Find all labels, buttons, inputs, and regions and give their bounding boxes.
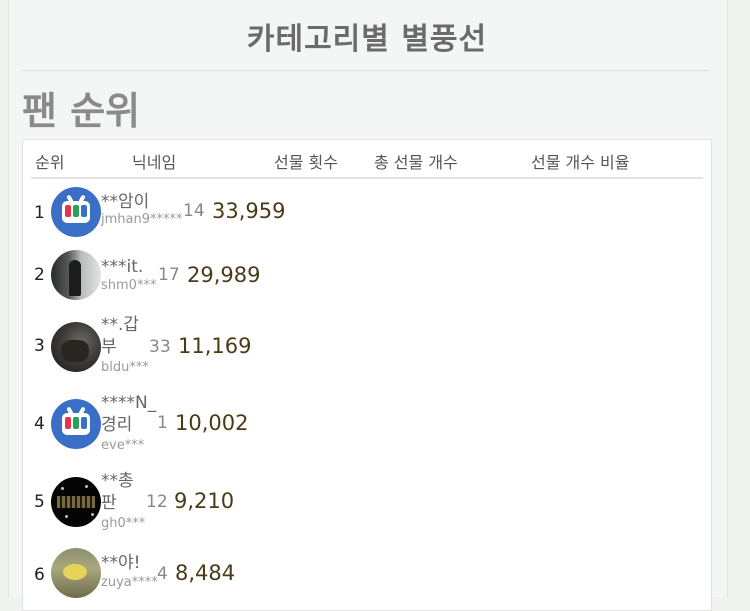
app-icon-avatar[interactable] <box>51 399 101 449</box>
total-gifts: 8,484 <box>175 561 236 585</box>
photo-avatar[interactable] <box>51 548 101 598</box>
table-row[interactable]: 5 **총판 gh0*** 12 9,210 <box>23 470 711 534</box>
nickname[interactable]: **암이 <box>101 191 181 213</box>
table-row[interactable]: 1 **암이 jmhan9***** 14 33,959 <box>23 184 711 244</box>
page-title: 카테고리별 별풍선 <box>246 22 488 57</box>
total-gifts: 29,989 <box>187 263 261 287</box>
total-gifts: 11,169 <box>178 334 252 358</box>
rank-number: 3 <box>34 336 45 356</box>
column-header-nickname[interactable]: 닉네임 <box>132 149 176 173</box>
nickname[interactable]: **총판 <box>101 470 141 514</box>
column-header-gift-ratio[interactable]: 선물 개수 비율 <box>531 149 630 173</box>
gift-count: 33 <box>149 337 171 357</box>
title-divider <box>22 70 710 71</box>
nickname[interactable]: ****N_경리 <box>101 392 161 436</box>
rank-number: 5 <box>34 492 45 512</box>
gift-count: 12 <box>146 492 168 512</box>
column-header-rank[interactable]: 순위 <box>35 149 64 173</box>
user-id: zuya**** <box>101 575 158 590</box>
app-icon-avatar[interactable] <box>51 187 101 237</box>
table-row[interactable]: 6 **야! zuya**** 4 8,484 <box>23 544 711 608</box>
total-gifts: 10,002 <box>175 411 249 435</box>
rank-number: 2 <box>34 265 45 285</box>
gift-count: 17 <box>158 265 180 285</box>
photo-avatar[interactable] <box>51 250 101 300</box>
table-row[interactable]: 4 ****N_경리 eve*** 1 10,002 <box>23 392 711 456</box>
gift-count: 1 <box>157 413 168 433</box>
user-id: gh0*** <box>101 516 146 531</box>
rank-number: 1 <box>34 203 45 223</box>
photo-avatar[interactable] <box>51 477 101 527</box>
table-row[interactable]: 3 **.갑부 bldu*** 33 11,169 <box>23 314 711 378</box>
rank-number: 6 <box>34 565 45 585</box>
column-header-gift-count[interactable]: 선물 횟수 <box>274 149 338 173</box>
table-row[interactable]: 2 ***it. shm0*** 17 29,989 <box>23 248 711 308</box>
fan-ranking-table: 순위 닉네임 선물 횟수 총 선물 개수 선물 개수 비율 1 **암이 jmh… <box>22 139 712 611</box>
nickname[interactable]: **.갑부 <box>101 314 141 358</box>
gift-count: 14 <box>183 201 205 221</box>
user-id: jmhan9***** <box>101 212 183 227</box>
rank-number: 4 <box>34 414 45 434</box>
section-title: 팬 순위 <box>22 89 141 133</box>
total-gifts: 9,210 <box>174 489 235 513</box>
table-header: 순위 닉네임 선물 횟수 총 선물 개수 선물 개수 비율 <box>31 140 703 179</box>
gift-count: 4 <box>157 564 168 584</box>
user-id: bldu*** <box>101 360 149 375</box>
user-id: eve*** <box>101 438 145 453</box>
column-header-total-gifts[interactable]: 총 선물 개수 <box>374 149 458 173</box>
nickname[interactable]: **야! <box>101 552 181 574</box>
user-id: shm0*** <box>101 278 157 293</box>
total-gifts: 33,959 <box>212 199 286 223</box>
photo-avatar[interactable] <box>51 322 101 372</box>
